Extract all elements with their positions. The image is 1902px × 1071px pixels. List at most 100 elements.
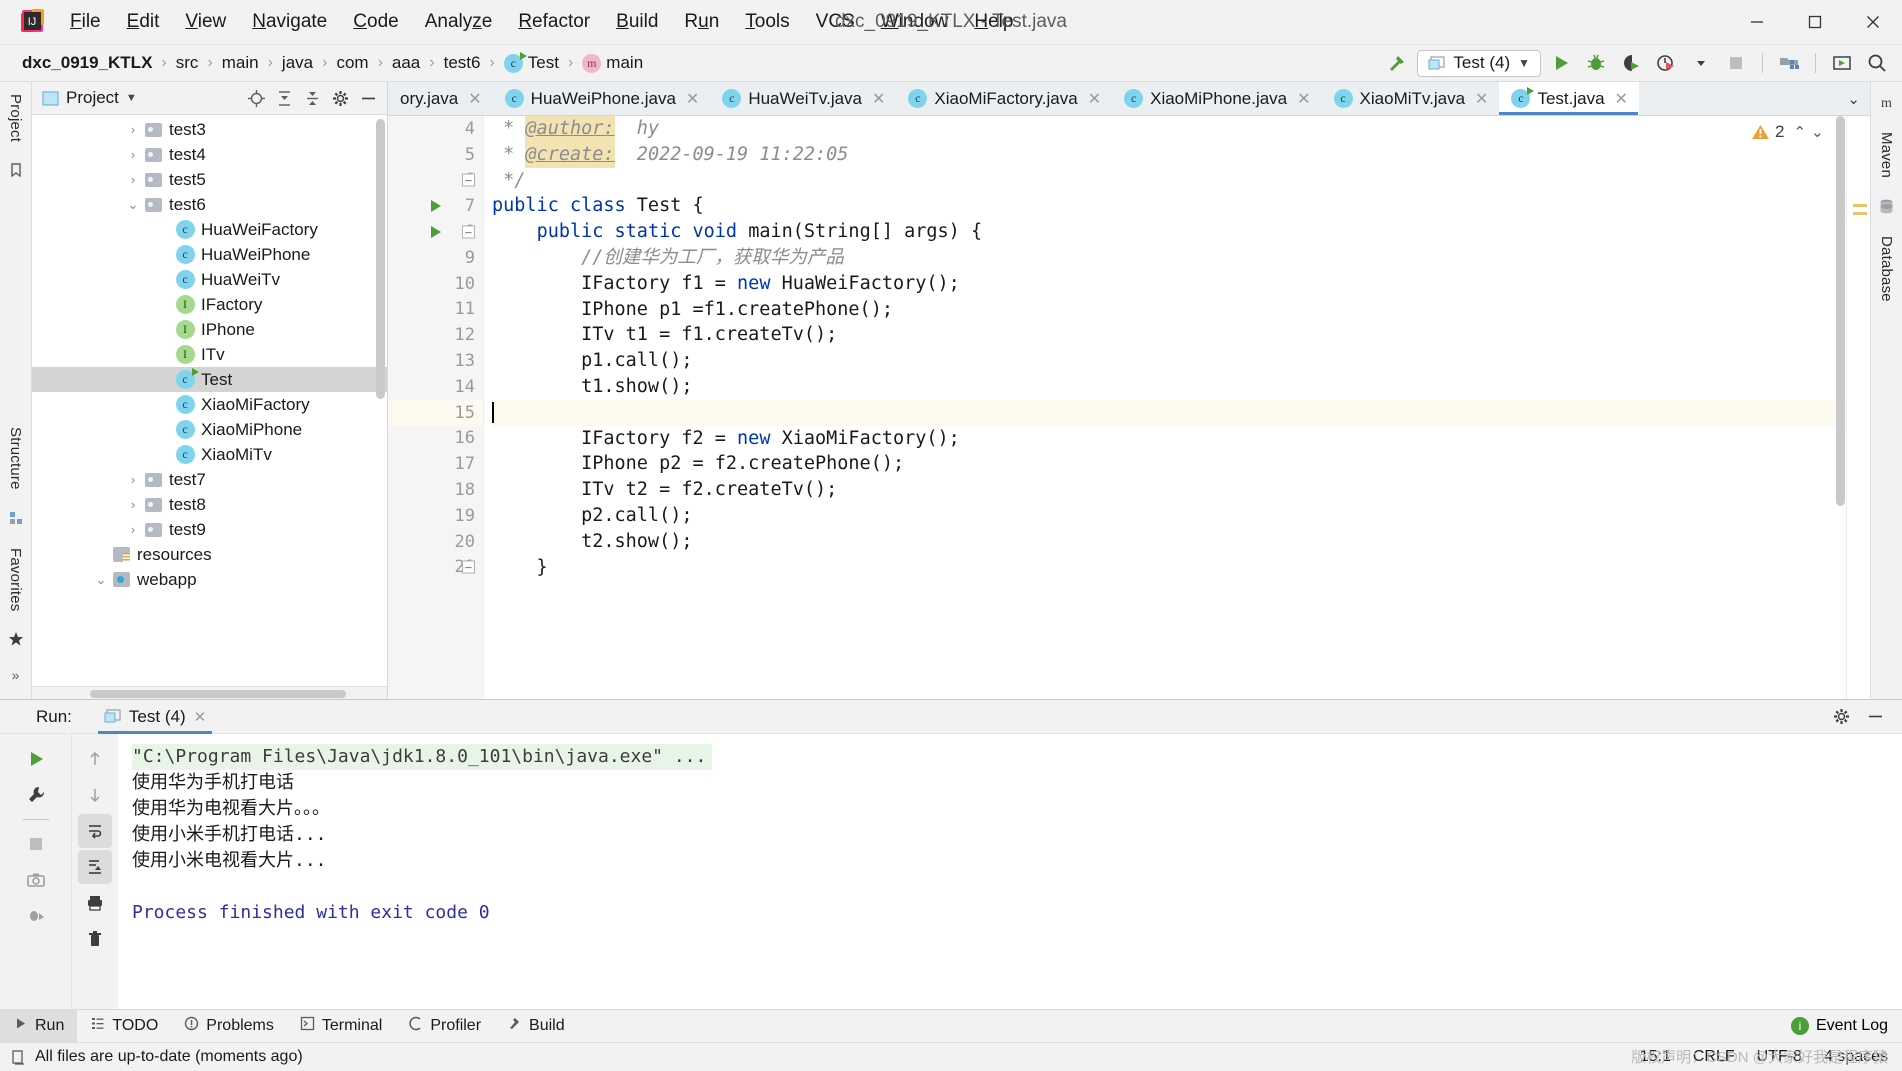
- code-line-4[interactable]: * @author: hy: [492, 116, 1846, 142]
- editor-tab-huaweiphone-java[interactable]: c HuaWeiPhone.java ✕: [492, 82, 711, 115]
- run-button[interactable]: [1546, 50, 1576, 77]
- menu-window[interactable]: Window: [869, 7, 961, 37]
- scroll-to-end-icon[interactable]: [78, 850, 112, 884]
- expand-all-icon[interactable]: [271, 85, 297, 111]
- profile-button[interactable]: [1651, 50, 1681, 77]
- code-fold-icon[interactable]: −: [462, 560, 475, 574]
- settings-gear-icon[interactable]: [1828, 704, 1854, 730]
- gutter-run-icon[interactable]: [431, 200, 441, 213]
- tool-window-button-profiler[interactable]: Profiler: [395, 1010, 494, 1043]
- chevron-right-icon[interactable]: ›: [124, 122, 142, 137]
- close-icon[interactable]: ✕: [468, 89, 481, 109]
- rerun-icon[interactable]: [19, 742, 53, 776]
- close-icon[interactable]: ✕: [1297, 89, 1310, 109]
- close-icon[interactable]: ✕: [686, 89, 699, 109]
- project-tree-hscrollbar[interactable]: [32, 686, 387, 699]
- project-tree-scrollbar[interactable]: [376, 119, 385, 399]
- rail-button-project[interactable]: Project: [7, 82, 24, 152]
- soft-wrap-icon[interactable]: [78, 814, 112, 848]
- search-everywhere-icon[interactable]: [1862, 50, 1892, 77]
- editor-tab-ory-java[interactable]: ory.java ✕: [388, 82, 493, 115]
- maven-icon[interactable]: m: [1875, 90, 1899, 114]
- wrench-icon[interactable]: [19, 778, 53, 812]
- code-line-18[interactable]: ITv t2 = f2.createTv();: [492, 477, 1846, 503]
- chevron-right-icon[interactable]: ›: [124, 522, 142, 537]
- maximize-button[interactable]: [1786, 0, 1844, 45]
- down-arrow-icon[interactable]: [78, 778, 112, 812]
- menu-view[interactable]: View: [173, 7, 238, 37]
- editor-tabs-more-button[interactable]: ⌄: [1837, 82, 1870, 115]
- tree-item-test8[interactable]: › test8: [32, 492, 387, 517]
- event-log-button[interactable]: i Event Log: [1790, 1017, 1902, 1035]
- inspection-warning-summary[interactable]: 2 ⌃ ⌄: [1751, 122, 1824, 142]
- menu-bar[interactable]: File Edit View Navigate Code Analyze Ref…: [58, 7, 1025, 37]
- tool-window-button-terminal[interactable]: Terminal: [287, 1010, 395, 1043]
- hide-panel-icon[interactable]: [355, 85, 381, 111]
- stop-button[interactable]: [1721, 50, 1751, 77]
- gutter-run-icon[interactable]: [431, 226, 441, 239]
- project-tree[interactable]: › test3 › test4 › test5 ⌄ test6 c HuaWeiFactory c H…: [32, 115, 387, 686]
- code-line-10[interactable]: IFactory f1 = new HuaWeiFactory();: [492, 271, 1846, 297]
- editor-tab-huaweitv-java[interactable]: c HuaWeiTv.java ✕: [710, 82, 897, 115]
- caret-position[interactable]: 15:1: [1640, 1048, 1671, 1066]
- profile-dropdown-icon[interactable]: [1686, 50, 1716, 77]
- close-icon[interactable]: ✕: [872, 89, 885, 109]
- chevron-down-icon[interactable]: ⌄: [92, 572, 110, 588]
- editor-tab-xiaomifactory-java[interactable]: c XiaoMiFactory.java ✕: [896, 82, 1113, 115]
- database-icon[interactable]: [1875, 194, 1899, 218]
- close-button[interactable]: [1844, 0, 1902, 45]
- collapse-all-icon[interactable]: [299, 85, 325, 111]
- editor-gutter[interactable]: 4 5 6−78−9 10 11 12 13 14 15 16 17 18 19 20 21−: [388, 116, 484, 699]
- rail-button-favorites[interactable]: Favorites: [7, 536, 24, 622]
- code-line-16[interactable]: IFactory f2 = new XiaoMiFactory();: [492, 426, 1846, 452]
- project-panel-title[interactable]: Project ▼: [42, 88, 137, 108]
- menu-run[interactable]: Run: [672, 7, 731, 37]
- gutter-line-16[interactable]: 16: [388, 426, 483, 452]
- code-line-6[interactable]: */: [492, 168, 1846, 194]
- code-content[interactable]: * @author: hy * @create: 2022-09-19 11:2…: [484, 116, 1846, 699]
- breadcrumb-project[interactable]: dxc_0919_KTLX: [18, 51, 156, 75]
- breadcrumb-main[interactable]: main: [218, 51, 263, 75]
- menu-edit[interactable]: Edit: [115, 7, 172, 37]
- gutter-line-4[interactable]: 4: [388, 116, 483, 142]
- tree-item-iphone[interactable]: I IPhone: [32, 317, 387, 342]
- code-line-21[interactable]: }: [492, 555, 1846, 581]
- run-configuration-selector[interactable]: Test (4) ▼: [1417, 49, 1541, 77]
- code-line-17[interactable]: IPhone p2 = f2.createPhone();: [492, 451, 1846, 477]
- code-line-19[interactable]: p2.call();: [492, 503, 1846, 529]
- updates-button[interactable]: [1827, 50, 1857, 77]
- breadcrumb-test6[interactable]: test6: [440, 51, 485, 75]
- rail-button-structure[interactable]: Structure: [7, 415, 24, 500]
- tree-item-xiaomitv[interactable]: c XiaoMiTv: [32, 442, 387, 467]
- thread-dump-icon[interactable]: [19, 899, 53, 933]
- code-line-7[interactable]: public class Test {: [492, 193, 1846, 219]
- tree-item-xiaomiphone[interactable]: c XiaoMiPhone: [32, 417, 387, 442]
- menu-file[interactable]: File: [58, 7, 113, 37]
- settings-gear-icon[interactable]: [327, 85, 353, 111]
- menu-navigate[interactable]: Navigate: [240, 7, 339, 37]
- gutter-line-17[interactable]: 17: [388, 451, 483, 477]
- chevron-right-icon[interactable]: ›: [124, 172, 142, 187]
- camera-icon[interactable]: [19, 863, 53, 897]
- close-icon[interactable]: ✕: [1088, 89, 1101, 109]
- gutter-line-8[interactable]: 8−: [388, 219, 483, 245]
- rail-bookmarks-icon[interactable]: [4, 158, 28, 182]
- code-line-5[interactable]: * @create: 2022-09-19 11:22:05: [492, 141, 1846, 168]
- gutter-line-10[interactable]: 10: [388, 271, 483, 297]
- code-line-12[interactable]: ITv t1 = f1.createTv();: [492, 322, 1846, 348]
- gutter-line-15[interactable]: 15: [388, 399, 483, 426]
- gutter-line-11[interactable]: 11: [388, 297, 483, 323]
- tree-item-test3[interactable]: › test3: [32, 117, 387, 142]
- build-hammer-icon[interactable]: [1382, 50, 1412, 77]
- chevron-right-icon[interactable]: ›: [124, 472, 142, 487]
- breadcrumb-com[interactable]: com: [332, 51, 372, 75]
- chevron-down-icon[interactable]: ⌄: [124, 197, 142, 213]
- tree-item-test9[interactable]: › test9: [32, 517, 387, 542]
- chevron-right-icon[interactable]: ›: [124, 497, 142, 512]
- code-line-15[interactable]: [492, 399, 1846, 426]
- gutter-line-7[interactable]: 7: [388, 193, 483, 219]
- star-icon[interactable]: [4, 627, 28, 651]
- editor-tab-xiaomitv-java[interactable]: c XiaoMiTv.java ✕: [1321, 82, 1500, 115]
- tree-item-xiaomifactory[interactable]: c XiaoMiFactory: [32, 392, 387, 417]
- tree-item-ifactory[interactable]: I IFactory: [32, 292, 387, 317]
